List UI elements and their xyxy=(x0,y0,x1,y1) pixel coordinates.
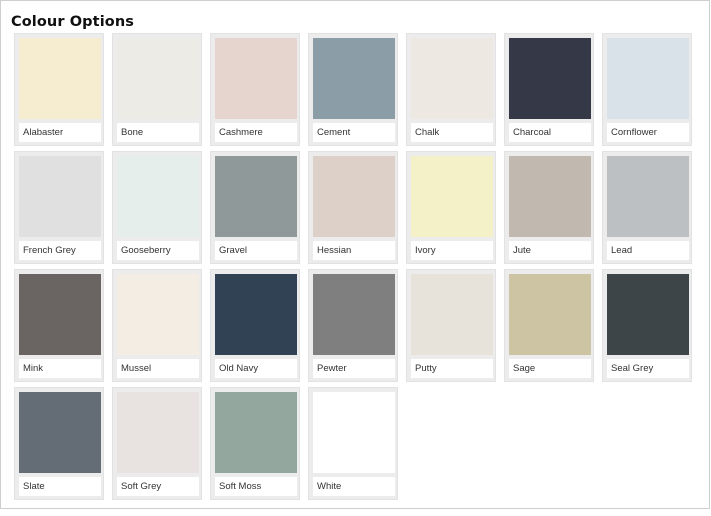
colour-chip xyxy=(509,274,591,355)
colour-label: Pewter xyxy=(313,359,395,378)
colour-swatch-mink[interactable]: Mink xyxy=(14,269,104,382)
colour-label: Hessian xyxy=(313,241,395,260)
colour-label: Soft Moss xyxy=(215,477,297,496)
colour-label: Putty xyxy=(411,359,493,378)
colour-swatch-jute[interactable]: Jute xyxy=(504,151,594,264)
colour-label: Cornflower xyxy=(607,123,689,142)
colour-chip xyxy=(215,38,297,119)
colour-label: Mussel xyxy=(117,359,199,378)
colour-label: Cashmere xyxy=(215,123,297,142)
colour-swatch-bone[interactable]: Bone xyxy=(112,33,202,146)
section-title: Colour Options xyxy=(11,14,134,30)
colour-chip xyxy=(215,392,297,473)
colour-chip xyxy=(215,274,297,355)
colour-label: Slate xyxy=(19,477,101,496)
colour-swatch-mussel[interactable]: Mussel xyxy=(112,269,202,382)
colour-chip xyxy=(313,156,395,237)
colour-label: Old Navy xyxy=(215,359,297,378)
colour-swatch-slate[interactable]: Slate xyxy=(14,387,104,500)
colour-swatch-hessian[interactable]: Hessian xyxy=(308,151,398,264)
colour-chip xyxy=(607,274,689,355)
colour-swatch-gravel[interactable]: Gravel xyxy=(210,151,300,264)
colour-chip xyxy=(313,38,395,119)
colour-label: Mink xyxy=(19,359,101,378)
colour-swatch-lead[interactable]: Lead xyxy=(602,151,692,264)
colour-swatch-white[interactable]: White xyxy=(308,387,398,500)
colour-options-panel: Colour Options Alabaster Bone Cashmere C… xyxy=(0,0,710,509)
colour-swatch-gooseberry[interactable]: Gooseberry xyxy=(112,151,202,264)
colour-swatch-soft-grey[interactable]: Soft Grey xyxy=(112,387,202,500)
colour-chip xyxy=(509,38,591,119)
colour-chip xyxy=(607,156,689,237)
colour-swatch-old-navy[interactable]: Old Navy xyxy=(210,269,300,382)
colour-label: Charcoal xyxy=(509,123,591,142)
colour-label: Lead xyxy=(607,241,689,260)
colour-swatch-pewter[interactable]: Pewter xyxy=(308,269,398,382)
colour-swatch-charcoal[interactable]: Charcoal xyxy=(504,33,594,146)
colour-chip xyxy=(19,274,101,355)
colour-chip xyxy=(411,274,493,355)
colour-chip xyxy=(117,274,199,355)
colour-chip xyxy=(313,274,395,355)
colour-swatch-ivory[interactable]: Ivory xyxy=(406,151,496,264)
colour-label: Sage xyxy=(509,359,591,378)
colour-chip xyxy=(19,38,101,119)
colour-chip xyxy=(313,392,395,473)
colour-label: Soft Grey xyxy=(117,477,199,496)
colour-label: Chalk xyxy=(411,123,493,142)
colour-swatch-chalk[interactable]: Chalk xyxy=(406,33,496,146)
colour-label: Ivory xyxy=(411,241,493,260)
colour-chip xyxy=(19,156,101,237)
colour-label: French Grey xyxy=(19,241,101,260)
colour-swatch-alabaster[interactable]: Alabaster xyxy=(14,33,104,146)
colour-swatch-french-grey[interactable]: French Grey xyxy=(14,151,104,264)
colour-chip xyxy=(411,156,493,237)
colour-swatch-cornflower[interactable]: Cornflower xyxy=(602,33,692,146)
colour-swatch-cashmere[interactable]: Cashmere xyxy=(210,33,300,146)
colour-chip xyxy=(509,156,591,237)
colour-swatch-seal-grey[interactable]: Seal Grey xyxy=(602,269,692,382)
colour-swatch-grid: Alabaster Bone Cashmere Cement Chalk Cha… xyxy=(14,33,692,500)
colour-label: Gooseberry xyxy=(117,241,199,260)
colour-label: Cement xyxy=(313,123,395,142)
colour-swatch-soft-moss[interactable]: Soft Moss xyxy=(210,387,300,500)
colour-swatch-cement[interactable]: Cement xyxy=(308,33,398,146)
colour-label: White xyxy=(313,477,395,496)
colour-chip xyxy=(117,156,199,237)
colour-chip xyxy=(117,392,199,473)
colour-label: Gravel xyxy=(215,241,297,260)
colour-chip xyxy=(215,156,297,237)
colour-chip xyxy=(117,38,199,119)
colour-chip xyxy=(411,38,493,119)
colour-label: Alabaster xyxy=(19,123,101,142)
colour-label: Jute xyxy=(509,241,591,260)
colour-swatch-sage[interactable]: Sage xyxy=(504,269,594,382)
colour-swatch-putty[interactable]: Putty xyxy=(406,269,496,382)
colour-chip xyxy=(19,392,101,473)
colour-chip xyxy=(607,38,689,119)
colour-label: Seal Grey xyxy=(607,359,689,378)
colour-label: Bone xyxy=(117,123,199,142)
